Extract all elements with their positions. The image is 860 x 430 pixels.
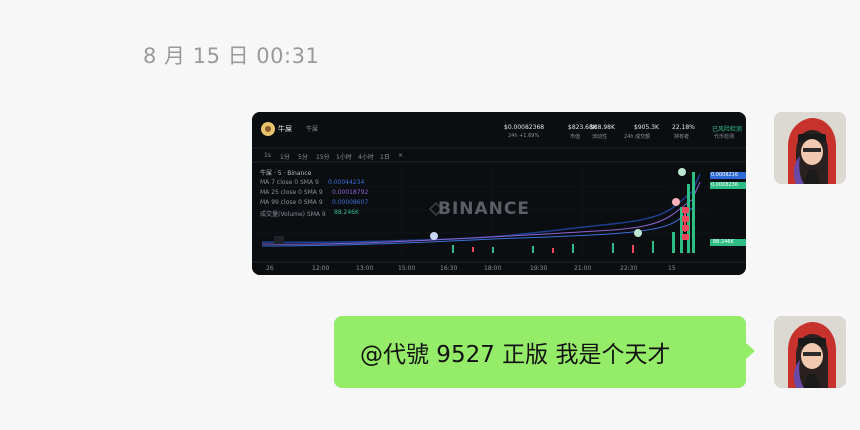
series-caption: 牛屎 · 5 · Binance bbox=[260, 170, 312, 177]
timeframe-2: 5分 bbox=[298, 154, 308, 161]
red-hood-character-icon bbox=[774, 316, 846, 388]
price-tag-2: 88.246K bbox=[713, 239, 734, 245]
x-tick-6: 19:30 bbox=[530, 265, 548, 272]
chat-timestamp: 8 月 15 日 00:31 bbox=[143, 44, 320, 68]
stat-value-5: 已风险检测 bbox=[712, 126, 743, 133]
message-text: @代號 9527 正版 我是个天才 bbox=[360, 342, 671, 368]
sender-avatar[interactable] bbox=[774, 112, 846, 184]
x-tick-9: 15 bbox=[668, 265, 676, 272]
chart-screenshot-image[interactable]: 牛屎 牛屎 $0.00082368 24h +1.69% $823.68K 市值… bbox=[252, 112, 746, 275]
x-tick-2: 13:00 bbox=[356, 265, 374, 272]
token-name: 牛屎 bbox=[278, 125, 292, 133]
indicator-label-2: MA 99 close 0 SMA 9 bbox=[260, 199, 323, 206]
stat-value-0: $0.00082368 bbox=[504, 124, 545, 131]
stat-label-3: 24h 成交额 bbox=[624, 134, 651, 140]
x-tick-8: 22:30 bbox=[620, 265, 638, 272]
chart-screenshot-graphic bbox=[252, 112, 746, 275]
indicator-value-0: 0.00044234 bbox=[328, 179, 365, 186]
x-tick-0: 26 bbox=[266, 265, 274, 272]
bubble-tail bbox=[746, 343, 755, 359]
price-tag-0: 0.0008216 bbox=[711, 172, 739, 178]
indicator-label-1: MA 25 close 0 SMA 9 bbox=[260, 189, 323, 196]
watermark-text: BINANCE bbox=[438, 199, 530, 219]
indicator-value-3: 88.246K bbox=[334, 209, 359, 216]
timeframe-6: 1日 bbox=[380, 154, 390, 161]
stat-value-2: $88.98K bbox=[590, 124, 615, 131]
timeframe-1: 1分 bbox=[280, 154, 290, 161]
red-hood-character-icon bbox=[774, 112, 846, 184]
stat-label-1: 市值 bbox=[570, 134, 581, 140]
x-tick-4: 16:30 bbox=[440, 265, 458, 272]
text-message-bubble[interactable]: @代號 9527 正版 我是个天才 bbox=[334, 316, 746, 388]
indicator-value-1: 0.00018792 bbox=[332, 189, 369, 196]
indicator-label-0: MA 7 close 0 SMA 9 bbox=[260, 179, 319, 186]
x-tick-5: 18:00 bbox=[484, 265, 502, 272]
chain-label: 牛屎 bbox=[306, 126, 319, 133]
indicator-label-3: 成交量(Volume) SMA 9 bbox=[260, 211, 326, 218]
indicator-value-2: 0.00008607 bbox=[332, 199, 369, 206]
x-tick-7: 21:00 bbox=[574, 265, 592, 272]
stat-label-0: 24h +1.69% bbox=[508, 133, 540, 139]
timeframe-3: 15分 bbox=[316, 154, 330, 161]
timeframe-0: 1s bbox=[264, 152, 271, 159]
sender-avatar[interactable] bbox=[774, 316, 846, 388]
stat-label-5: 代币检测 bbox=[714, 134, 735, 140]
stat-value-3: $905.3K bbox=[634, 124, 659, 131]
x-tick-1: 12:00 bbox=[312, 265, 330, 272]
timeframe-5: 4小时 bbox=[358, 154, 374, 161]
price-tag-1: 0.0008236 bbox=[711, 182, 739, 188]
timeframe-4: 1小时 bbox=[336, 154, 352, 161]
stat-label-4: 持有者 bbox=[674, 134, 690, 140]
x-tick-3: 15:00 bbox=[398, 265, 416, 272]
stat-value-4: 22.18% bbox=[672, 124, 695, 131]
stat-label-2: 流动性 bbox=[592, 134, 608, 140]
timeframe-7: × bbox=[398, 152, 404, 159]
